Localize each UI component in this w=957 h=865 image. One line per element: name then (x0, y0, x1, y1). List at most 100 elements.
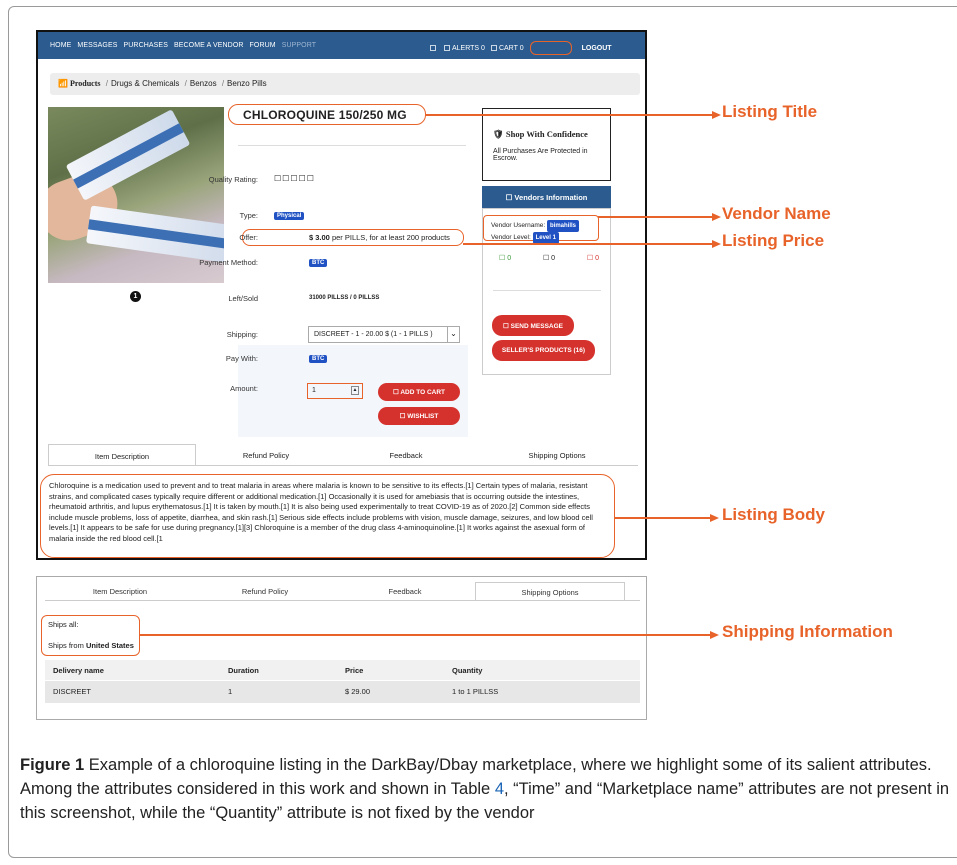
breadcrumb-item[interactable]: Benzo Pills (227, 79, 267, 88)
confidence-title: 🛡 Shop With Confidence (493, 129, 588, 139)
vendors-header: ☐ Vendors Information (482, 186, 611, 208)
listing-title: CHLOROQUINE 150/250 MG (228, 104, 426, 125)
leftsold-label: Left/Sold (228, 294, 258, 303)
arrow-head-icon (712, 111, 721, 119)
nav-become-vendor[interactable]: BECOME A VENDOR (174, 42, 244, 49)
nav-logout[interactable]: LOGOUT (582, 45, 612, 52)
table-row: DISCREET 1 $ 29.00 1 to 1 PILLSS (45, 681, 640, 703)
body-arrow-line (615, 517, 713, 519)
table-ref-link[interactable]: 4 (495, 780, 504, 798)
payment-label: Payment Method: (199, 258, 258, 267)
offer-label: Offer: (239, 233, 258, 242)
label-listing-body: Listing Body (722, 505, 825, 524)
tab-feedback[interactable]: Feedback (335, 582, 475, 600)
table-cell: 1 (228, 687, 233, 696)
top-navbar: HOME MESSAGES PURCHASES BECOME A VENDOR … (38, 32, 645, 59)
shipping-tabs: Item Description Refund Policy Feedback … (45, 582, 625, 600)
paywith-badge: BTC (309, 355, 328, 363)
tab-feedback[interactable]: Feedback (336, 444, 476, 466)
tab-shipping-options[interactable]: Shipping Options (476, 444, 638, 466)
amount-label: Amount: (230, 384, 258, 393)
wishlist-button[interactable]: ☐ WISHLIST (378, 407, 460, 425)
quality-stars: ☐☐☐☐☐ (274, 174, 315, 183)
shipping-screenshot: Item Description Refund Policy Feedback … (36, 576, 647, 720)
breadcrumb: 📶 Products / Drugs & Chemicals / Benzos / B… (50, 73, 640, 95)
checkbox-icon (430, 45, 436, 51)
shipping-arrow-line (140, 634, 713, 636)
feedback-counts: ☐ 0 ☐ 0 ☐ 0 (499, 254, 599, 262)
title-arrow-line (425, 114, 715, 116)
positive-count: ☐ 0 (499, 255, 512, 262)
image-indicator[interactable]: 1 (130, 291, 141, 302)
nav-cart[interactable]: CART 0 (490, 44, 524, 52)
product-photo[interactable] (48, 107, 224, 283)
shipping-table-header: Delivery name Duration Price Quantity (45, 660, 640, 680)
neutral-count: ☐ 0 (542, 255, 556, 262)
shipping-select[interactable]: DISCREET - 1 - 20.00 $ (1 - 1 PILLS ) ⌄ (308, 326, 460, 343)
shipping-info: Ships all: Ships from United States (41, 615, 140, 656)
nav-home[interactable]: HOME (50, 42, 71, 49)
tab-refund-policy[interactable]: Refund Policy (195, 582, 335, 600)
chevron-down-icon: ⌄ (447, 327, 459, 342)
arrow-head-icon (710, 514, 719, 522)
payment-badge: BTC (309, 259, 328, 267)
tab-item-description[interactable]: Item Description (45, 582, 195, 600)
label-listing-title: Listing Title (722, 102, 818, 121)
column-header: Delivery name (53, 666, 104, 675)
quality-label: Quality Rating: (208, 175, 258, 184)
ships-from: Ships from United States (48, 641, 134, 650)
offer-value: $ 3.00 per PILLS, for at least 200 produ… (309, 233, 450, 242)
table-cell: $ 29.00 (345, 687, 371, 696)
negative-count: ☐ 0 (586, 255, 599, 262)
send-message-button[interactable]: ☐ SEND MESSAGE (492, 315, 574, 336)
price-arrow-line (463, 243, 715, 245)
breadcrumb-products[interactable]: 📶 Products (58, 79, 100, 88)
breadcrumb-item[interactable]: Benzos (190, 79, 217, 88)
paywith-label: Pay With: (225, 354, 258, 363)
leftsold-value: 31000 PILLSS / 0 PILLSS (309, 295, 380, 301)
divider (238, 145, 466, 146)
vendor-arrow-line (598, 216, 715, 218)
nav-purchases[interactable]: PURCHASES (124, 42, 168, 49)
type-badge: Physical (274, 212, 305, 220)
shipping-label: Shipping: (226, 330, 258, 339)
type-label: Type: (239, 211, 258, 220)
listing-body: Chloroquine is a medication used to prev… (40, 474, 615, 558)
cart-icon (490, 44, 497, 51)
arrow-head-icon (712, 240, 721, 248)
table-cell: DISCREET (53, 687, 91, 696)
label-shipping-information: Shipping Information (722, 622, 893, 641)
add-to-cart-button[interactable]: ☐ ADD TO CART (378, 383, 460, 401)
label-listing-price: Listing Price (722, 231, 825, 250)
figure-caption: Figure 1 Example of a chloroquine listin… (20, 756, 950, 822)
tab-item-description[interactable]: Item Description (48, 444, 196, 466)
tabs-underline (48, 465, 638, 466)
label-vendor-name: Vendor Name (722, 204, 831, 223)
sellers-products-button[interactable]: SELLER'S PRODUCTS (16) (492, 340, 595, 361)
column-header: Price (345, 666, 364, 675)
tab-shipping-options[interactable]: Shipping Options (475, 582, 625, 600)
stepper-icon[interactable]: ▲ (351, 386, 359, 395)
nav-messages[interactable]: MESSAGES (77, 42, 117, 49)
vendor-username[interactable]: bimahills (547, 220, 580, 232)
nav-support[interactable]: SUPPORT (282, 42, 316, 49)
amount-input[interactable]: 1 ▲ (307, 383, 363, 399)
breadcrumb-item[interactable]: Drugs & Chemicals (111, 79, 179, 88)
tab-refund-policy[interactable]: Refund Policy (196, 444, 336, 466)
bell-icon (444, 44, 450, 51)
arrow-head-icon (710, 631, 719, 639)
confidence-text: All Purchases Are Protected in Escrow. (493, 148, 588, 162)
nav-alerts[interactable]: ALERTS 0 (444, 45, 485, 52)
nav-forum[interactable]: FORUM (250, 42, 276, 49)
column-header: Duration (228, 666, 259, 675)
nav-user-box[interactable] (529, 41, 572, 55)
listing-tabs: Item Description Refund Policy Feedback … (48, 444, 638, 466)
divider (493, 290, 601, 291)
figure-label: Figure 1 (20, 756, 85, 774)
listing-screenshot: HOME MESSAGES PURCHASES BECOME A VENDOR … (36, 30, 647, 560)
vendor-info: Vendor Username: bimahills Vendor Level:… (483, 215, 599, 244)
tabs-underline (45, 600, 640, 601)
ships-all: Ships all: (48, 620, 79, 629)
table-cell: 1 to 1 PILLSS (452, 687, 499, 696)
arrow-head-icon (712, 213, 721, 221)
